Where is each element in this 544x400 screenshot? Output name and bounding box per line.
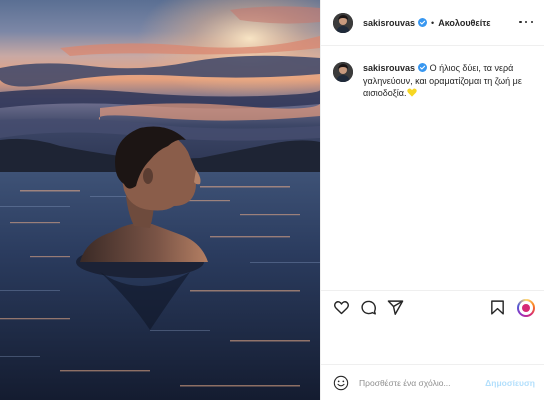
following-button[interactable]: Ακολουθείτε (438, 18, 490, 28)
heart-outline-icon (333, 301, 349, 315)
reels-ring-icon[interactable] (517, 298, 535, 317)
post-header: sakisrouvas • Ακολουθείτε (321, 0, 544, 46)
save-button[interactable] (487, 298, 507, 318)
speech-bubble-icon (360, 300, 376, 315)
comment-button[interactable] (358, 298, 378, 318)
caption-username[interactable]: sakisrouvas (363, 63, 415, 73)
comment-input[interactable] (359, 377, 486, 388)
header-username[interactable]: sakisrouvas (363, 18, 415, 28)
action-bar (321, 290, 544, 324)
header-separator: • (431, 17, 435, 28)
smiley-emoji-icon[interactable] (333, 375, 349, 391)
caption-row: sakisrouvas Ο ήλιος δύει, τα νερά γαληνε… (333, 62, 533, 100)
bookmark-icon (490, 300, 504, 315)
paper-plane-icon (387, 300, 403, 315)
comments-area: sakisrouvas Ο ήλιος δύει, τα νερά γαληνε… (321, 46, 544, 290)
caption-avatar[interactable] (333, 62, 353, 82)
avatar[interactable] (333, 12, 353, 33)
post-comment-button[interactable]: Δημοσίευση (485, 378, 535, 388)
caption-text: sakisrouvas Ο ήλιος δύει, τα νερά γαληνε… (363, 62, 533, 100)
more-options-icon[interactable] (519, 16, 533, 28)
caption-verified-badge-icon (418, 63, 428, 72)
yellow-heart-emoji-icon (406, 88, 417, 97)
instagram-post: sakisrouvas • Ακολουθείτε sakisrouvas Ο … (0, 0, 544, 400)
add-comment-bar: Δημοσίευση (321, 364, 544, 400)
post-side-panel: sakisrouvas • Ακολουθείτε sakisrouvas Ο … (320, 0, 544, 400)
post-photo[interactable] (0, 0, 320, 400)
share-button[interactable] (385, 298, 405, 318)
verified-badge-icon (418, 18, 428, 27)
like-button[interactable] (331, 298, 351, 318)
sunset-photo-illustration (0, 0, 320, 400)
